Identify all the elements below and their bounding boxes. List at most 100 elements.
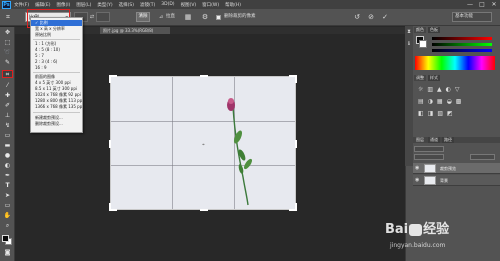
crop-handle-top-left[interactable] bbox=[109, 75, 117, 83]
minimize-button[interactable]: — bbox=[464, 1, 476, 9]
photoshop-logo: Ps bbox=[2, 0, 11, 9]
clone-stamp-tool-icon[interactable]: ⊥ bbox=[2, 112, 13, 120]
zoom-tool-icon[interactable]: ⌕ bbox=[2, 222, 13, 230]
lasso-tool-icon[interactable]: ➰ bbox=[2, 49, 13, 57]
tab-paths[interactable]: 路径 bbox=[442, 137, 454, 143]
foreground-color-swatch[interactable] bbox=[2, 235, 9, 242]
dropdown-item-16-9[interactable]: 16 : 9 bbox=[31, 65, 82, 71]
eye-icon[interactable]: ◉ bbox=[415, 177, 419, 183]
crop-handle-top-right[interactable] bbox=[289, 75, 297, 83]
straighten-icon[interactable]: ⊿ bbox=[157, 12, 165, 22]
menu-file[interactable]: 文件(F) bbox=[14, 2, 29, 8]
tab-styles[interactable]: 样式 bbox=[428, 75, 440, 81]
photo-canvas[interactable]: ⌖ bbox=[109, 75, 297, 211]
layer-name: 裁剪预览 bbox=[440, 166, 456, 171]
menu-edit[interactable]: 编辑(E) bbox=[35, 2, 50, 8]
menu-select[interactable]: 选择(S) bbox=[119, 2, 134, 8]
color-spectrum-bar[interactable] bbox=[415, 56, 495, 70]
reset-icon[interactable]: ↺ bbox=[352, 12, 362, 22]
tools-panel: ✥ ⬚ ➰ ✎ ⌗ ⁄ ✚ ✐ ⊥ ↯ ▭ ▬ ● ◐ ✒ T ➤ ▭ ✋ ⌕ … bbox=[0, 27, 15, 261]
panel-background-swatch[interactable] bbox=[419, 40, 427, 48]
height-input[interactable] bbox=[96, 12, 110, 22]
eye-icon[interactable]: ◉ bbox=[415, 165, 419, 171]
dropdown-item-delete-preset[interactable]: 删除裁剪预设... bbox=[31, 121, 82, 127]
menu-image[interactable]: 图像(I) bbox=[56, 2, 70, 8]
document-tab[interactable]: 照片.jpg @ 33.3%(RGB/8) bbox=[100, 27, 170, 34]
workspace-preset-dropdown[interactable]: 基本功能 bbox=[452, 12, 492, 22]
dropdown-item-original-ratio[interactable]: 原始比例 bbox=[31, 32, 82, 38]
grid-overlay-icon[interactable]: ▦ bbox=[183, 12, 193, 22]
layer-filter-dropdown[interactable] bbox=[414, 146, 444, 152]
maximize-button[interactable]: □ bbox=[476, 1, 488, 9]
adjustment-icons-row2[interactable]: ▤◑▦◒▩ bbox=[418, 98, 498, 105]
crop-icon[interactable]: ⌗ bbox=[2, 12, 14, 22]
tab-swatches[interactable]: 色板 bbox=[428, 27, 440, 33]
menu-3d[interactable]: 3D(D) bbox=[161, 2, 174, 7]
menu-window[interactable]: 窗口(W) bbox=[202, 2, 219, 8]
delete-cropped-label: 删除裁剪的像素 bbox=[224, 14, 256, 19]
healing-brush-tool-icon[interactable]: ✚ bbox=[2, 92, 13, 100]
dropdown-item-preset-5[interactable]: 1366 x 768 像素 135 ppi bbox=[31, 104, 82, 110]
history-icon[interactable]: ⧗ bbox=[405, 28, 413, 36]
tab-adjustments[interactable]: 调整 bbox=[414, 75, 426, 81]
menu-layer[interactable]: 图层(L) bbox=[76, 2, 91, 8]
hand-tool-icon[interactable]: ✋ bbox=[2, 212, 13, 220]
dodge-tool-icon[interactable]: ◐ bbox=[2, 162, 13, 170]
cancel-icon[interactable]: ⊘ bbox=[366, 12, 376, 22]
gear-icon[interactable]: ⚙ bbox=[200, 12, 210, 22]
blue-slider[interactable] bbox=[432, 49, 492, 52]
adjustment-icons-row1[interactable]: ☼▥▲◐▽ bbox=[418, 86, 498, 93]
shape-tool-icon[interactable]: ▭ bbox=[2, 202, 13, 210]
flower-image bbox=[227, 98, 253, 206]
dropdown-divider bbox=[33, 39, 80, 40]
path-select-tool-icon[interactable]: ➤ bbox=[2, 192, 13, 200]
properties-icon[interactable]: ℹ bbox=[405, 40, 413, 48]
tab-layers[interactable]: 图层 bbox=[414, 137, 426, 143]
move-tool-icon[interactable]: ✥ bbox=[2, 29, 13, 37]
marquee-tool-icon[interactable]: ⬚ bbox=[2, 39, 13, 47]
blur-tool-icon[interactable]: ● bbox=[2, 152, 13, 160]
gradient-tool-icon[interactable]: ▬ bbox=[2, 142, 13, 150]
quick-select-tool-icon[interactable]: ✎ bbox=[2, 59, 13, 67]
menu-type[interactable]: 类型(Y) bbox=[97, 2, 112, 8]
tab-color[interactable]: 颜色 bbox=[414, 27, 426, 33]
red-slider[interactable] bbox=[432, 37, 492, 40]
crop-handle-right[interactable] bbox=[289, 140, 297, 148]
crop-center-icon: ⌖ bbox=[202, 142, 205, 148]
menu-view[interactable]: 视图(V) bbox=[181, 2, 197, 8]
layer-row[interactable]: ◉ 裁剪预览 bbox=[413, 163, 500, 174]
delete-cropped-checkbox[interactable] bbox=[216, 15, 221, 20]
clear-button[interactable]: 清除 bbox=[136, 12, 150, 22]
opacity-field[interactable] bbox=[470, 154, 495, 160]
history-brush-tool-icon[interactable]: ↯ bbox=[2, 122, 13, 130]
pen-tool-icon[interactable]: ✒ bbox=[2, 172, 13, 180]
crop-handle-top[interactable] bbox=[200, 75, 208, 83]
adjustment-icons-row3[interactable]: ◧◨▧◩ bbox=[418, 110, 498, 117]
commit-check-icon[interactable]: ✓ bbox=[380, 12, 390, 22]
crop-handle-bottom-left[interactable] bbox=[109, 203, 117, 211]
crop-handle-bottom[interactable] bbox=[200, 203, 208, 211]
crop-grid-line-h1 bbox=[111, 121, 295, 122]
crop-handle-bottom-right[interactable] bbox=[289, 203, 297, 211]
menu-filter[interactable]: 滤镜(T) bbox=[140, 2, 155, 8]
green-slider[interactable] bbox=[432, 43, 492, 46]
blend-mode-dropdown[interactable] bbox=[414, 154, 444, 160]
layer-row[interactable]: ◉ 背景 bbox=[413, 175, 500, 186]
close-button[interactable]: ✕ bbox=[488, 1, 500, 9]
straighten-label[interactable]: 拉直 bbox=[166, 12, 180, 22]
type-tool-icon[interactable]: T bbox=[2, 182, 13, 190]
watermark-url: jingyan.baidu.com bbox=[390, 242, 446, 249]
menu-help[interactable]: 帮助(H) bbox=[225, 2, 241, 8]
swap-icon[interactable]: ⇄ bbox=[88, 12, 96, 22]
tab-channels[interactable]: 通道 bbox=[428, 137, 440, 143]
eraser-tool-icon[interactable]: ▭ bbox=[2, 132, 13, 140]
crop-tool-icon[interactable]: ⌗ bbox=[2, 70, 13, 78]
baidu-watermark: Bai 经验 jingyan.baidu.com bbox=[385, 218, 500, 261]
quick-mask-icon[interactable]: ◙ bbox=[2, 249, 13, 257]
layer-name: 背景 bbox=[440, 178, 448, 183]
panel-icon-strip: ⧗ ℹ bbox=[405, 26, 413, 166]
brush-tool-icon[interactable]: ✐ bbox=[2, 102, 13, 110]
crop-handle-left[interactable] bbox=[109, 140, 117, 148]
crop-grid-line-v1 bbox=[172, 77, 173, 209]
eyedropper-tool-icon[interactable]: ⁄ bbox=[2, 82, 13, 90]
